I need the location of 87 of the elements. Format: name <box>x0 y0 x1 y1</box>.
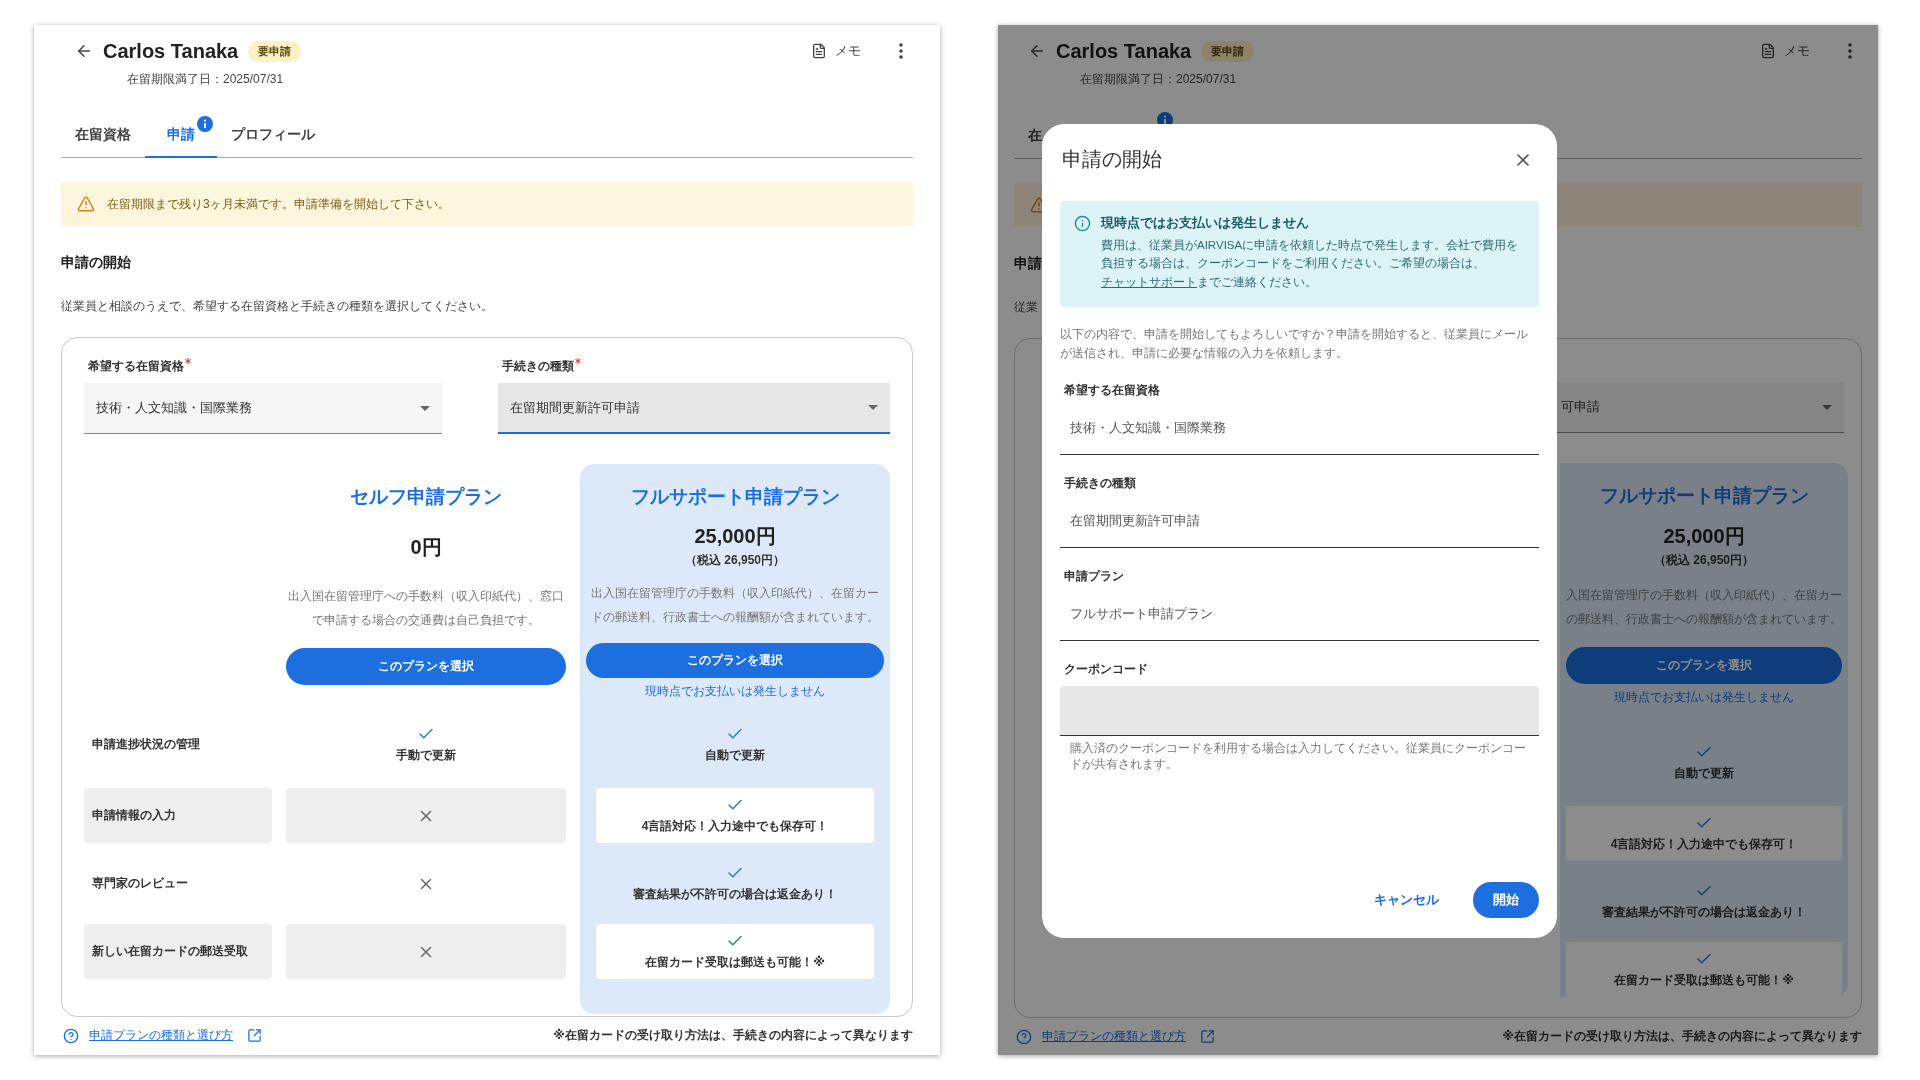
feature-label: 申請情報の入力 <box>84 788 272 843</box>
readonly-field: 技術・人文知識・国際業務 <box>1060 402 1539 455</box>
field-label: 申請プラン <box>1064 567 1125 585</box>
feature-value: 自動で更新 <box>1674 764 1734 782</box>
feature-value: 審査結果が不許可の場合は返金あり！ <box>1602 904 1806 921</box>
plan-description: の郵送料、行政書士への報酬額が含まれています。 <box>1566 611 1842 628</box>
feature-value: 自動で更新 <box>705 746 765 764</box>
select-field[interactable]: 在留期間更新許可申請 <box>498 383 890 434</box>
tax-note: （税込 26,950円） <box>684 551 785 569</box>
section-title: 申請 <box>1014 255 1042 273</box>
memo-button[interactable]: メモ <box>805 41 867 61</box>
confirm-message: 以下の内容で、申請を開始してもよろしいですか？申請を開始すると、従業員にメールが送信され、申請に必要な情報の入力を依頼します。 <box>1060 327 1529 362</box>
field-label: クーポンコード <box>1064 660 1149 678</box>
plan-name: セルフ申請プラン <box>350 485 502 509</box>
dropdown-caret-icon <box>1822 404 1832 410</box>
select-field[interactable]: 技術・人文知識・国際業務 <box>84 383 442 434</box>
chat-support-link[interactable]: チャットサポート <box>1101 275 1197 288</box>
info-title: 現時点ではお支払いは発生しません <box>1101 214 1310 232</box>
footnote: ※在留カードの受け取り方法は、手続きの内容によって異なります <box>553 1027 913 1044</box>
dropdown-caret-icon <box>868 405 878 410</box>
expiry-date: 在留期限満了日：2025/07/31 <box>127 71 285 88</box>
external-link-icon <box>1200 1029 1215 1044</box>
feature-value: 在留カード受取は郵送も可能！※ <box>645 954 825 971</box>
select-plan-button[interactable]: このプランを選択 <box>586 642 884 678</box>
field-label: 手続きの種類 <box>1064 474 1137 492</box>
info-text: 費用は、従業員がAIRVISAに申請を依頼した時点で発生します。会社で費用を負担する場合は、クーポンコードをご利用ください。ご希望の場合は、 チャットサポート までご連絡ください。 <box>1101 238 1520 290</box>
kebab-menu-icon <box>899 43 903 59</box>
more-menu-button[interactable] <box>1846 41 1854 61</box>
document-icon <box>1760 43 1776 59</box>
select-plan-button[interactable]: このプランを選択 <box>1566 647 1842 684</box>
tab[interactable]: 申請 <box>145 114 217 158</box>
kebab-menu-icon <box>1848 43 1852 59</box>
plan-name: フルサポート申請プラン <box>630 485 840 509</box>
status-badge: 要申請 <box>1201 40 1255 62</box>
help-icon <box>63 1027 79 1044</box>
cancel-button[interactable]: キャンセル <box>1368 882 1445 918</box>
dropdown-caret-icon <box>420 405 430 411</box>
tax-note: （税込 26,950円） <box>1653 552 1754 569</box>
memo-button[interactable]: メモ <box>1754 41 1816 61</box>
field-label: 希望する在留資格 <box>88 358 184 375</box>
external-link-icon <box>247 1028 262 1043</box>
help-icon <box>1016 1028 1032 1045</box>
plan-description: 出入国在留管理庁の手数料（収入印紙代）、在留カードの郵送料、行政書士への報酬額が含まれています。 <box>590 585 880 627</box>
field-label: 手続きの種類 <box>502 358 574 375</box>
section-description: 従業 <box>1014 299 1039 316</box>
feature-value: 4言語対応！入力途中でも保存可！ <box>641 818 829 835</box>
warning-text: 在留期限まで残り3ヶ月未満です。申請準備を開始して下さい。 <box>107 195 450 213</box>
readonly-field: フルサポート申請プラン <box>1060 588 1539 641</box>
feature-value: 4言語対応！入力途中でも保存可！ <box>1610 836 1798 853</box>
dialog-title: 申請の開始 <box>1062 147 1162 172</box>
payment-note: 現時点でお支払いは発生しません <box>1614 689 1794 706</box>
helper-text: 購入済のクーポンコードを利用する場合は入力してください。従業員にクーポンコードが共有されます。 <box>1069 739 1527 773</box>
feature-label: 申請進捗状況の管理 <box>91 735 201 753</box>
coupon-field[interactable] <box>1060 685 1539 736</box>
tab[interactable]: 在留資格 <box>61 114 145 158</box>
readonly-field: 在留期間更新許可申請 <box>1060 495 1539 548</box>
feature-value: 手動で更新 <box>396 746 456 764</box>
footnote: ※在留カードの受け取り方法は、手続きの内容によって異なります <box>1502 1028 1862 1045</box>
warning-icon <box>77 195 95 213</box>
expiry-date: 在留期限満了日：2025/07/31 <box>1080 71 1238 88</box>
field-label: 希望する在留資格 <box>1064 381 1161 399</box>
plan-name: フルサポート申請プラン <box>1599 484 1809 508</box>
section-description: 従業員と相談のうえで、希望する在留資格と手続きの種類を選択してください。 <box>61 298 494 315</box>
person-name: Carlos Tanaka <box>103 39 239 63</box>
tab[interactable]: プロフィール <box>217 114 329 158</box>
status-badge: 要申請 <box>248 40 302 62</box>
payment-note: 現時点でお支払いは発生しません <box>645 683 825 700</box>
document-icon <box>811 43 827 59</box>
tab[interactable]: 在 <box>1014 114 1042 158</box>
feature-label: 専門家のレビュー <box>91 875 189 892</box>
plan-price: 0円 <box>410 534 442 560</box>
feature-value: 在留カード受取は郵送も可能！※ <box>1614 972 1794 989</box>
plan-price: 25,000円 <box>694 523 776 549</box>
help-link[interactable]: 申請プランの種類と選び方 <box>89 1027 233 1044</box>
person-name: Carlos Tanaka <box>1056 39 1192 63</box>
select-field[interactable]: 可申請 <box>1557 382 1844 433</box>
info-icon <box>1074 215 1091 232</box>
plan-description: 入国在留管理庁の手数料（収入印紙代）、在留カー <box>1566 587 1842 604</box>
help-link[interactable]: 申請プランの種類と選び方 <box>1042 1028 1186 1045</box>
plan-price: 25,000円 <box>1663 524 1745 549</box>
section-title: 申請の開始 <box>61 254 132 272</box>
select-plan-button[interactable]: このプランを選択 <box>286 648 566 685</box>
feature-label: 新しい在留カードの郵送受取 <box>84 924 272 979</box>
plan-description: 出入国在留管理庁への手数料（収入印紙代）、窓口で申請する場合の交通費は自己負担です。 <box>287 588 565 629</box>
start-button[interactable]: 開始 <box>1473 882 1539 918</box>
feature-value: 審査結果が不許可の場合は返金あり！ <box>633 886 837 903</box>
more-menu-button[interactable] <box>897 41 905 61</box>
